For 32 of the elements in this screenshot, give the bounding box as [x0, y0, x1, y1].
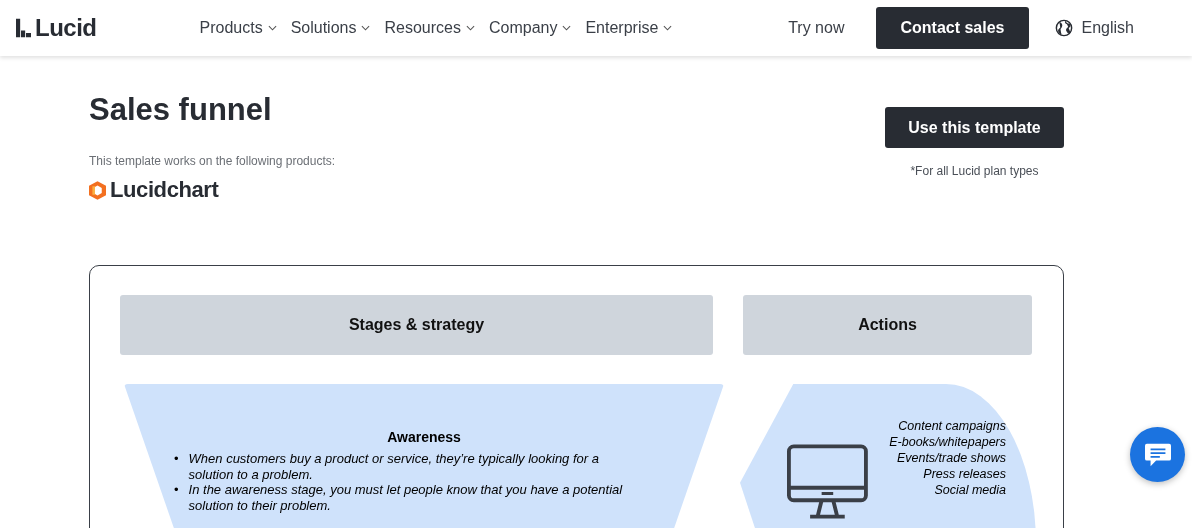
contact-sales-button[interactable]: Contact sales: [876, 7, 1029, 49]
nav-menu-item[interactable]: Company: [488, 19, 572, 37]
products-note: This template works on the following products:: [89, 154, 336, 168]
action-item: E-books/whitepapers: [888, 434, 1006, 450]
column-header: Actions: [743, 295, 1032, 355]
action-item: Events/trade shows: [895, 450, 1006, 466]
bullet-text: When customers buy a product or service, they’re typically looking for a solution to a problem.: [188, 451, 600, 482]
action-item: Content campaigns: [897, 418, 1006, 434]
plan-note: *For all Lucid plan types: [910, 164, 1039, 178]
logo-icon: [16, 18, 31, 38]
stage-title: Awareness: [386, 429, 462, 445]
language-selector[interactable]: English: [1054, 19, 1134, 37]
lucid-logo[interactable]: Lucid: [16, 14, 97, 42]
nav-menu-item[interactable]: Solutions: [290, 19, 371, 37]
action-item: Press releases: [922, 466, 1006, 482]
page-title: Sales funnel: [89, 92, 273, 128]
bullet-text: In the awareness stage, you must let people know that you have a potential solution to their problem.: [188, 482, 624, 513]
column-header: Stages & strategy: [120, 295, 713, 355]
bullet-marker: •: [174, 482, 179, 499]
nav-menu-item[interactable]: Enterprise: [585, 19, 673, 37]
chat-button[interactable]: [1130, 427, 1185, 482]
chat-icon: [1143, 441, 1172, 468]
monitor-icon: [787, 444, 868, 520]
nav-menu-item[interactable]: Products: [199, 19, 277, 37]
try-now-link[interactable]: Try now: [788, 19, 845, 37]
globe-icon: [1054, 19, 1073, 37]
lucidchart-logo-icon: [89, 180, 106, 200]
action-item: Social media: [933, 482, 1006, 498]
nav-menu-item[interactable]: Resources: [384, 19, 475, 37]
use-template-button[interactable]: Use this template: [885, 107, 1064, 148]
product-name: Lucidchart: [110, 177, 219, 203]
bullet-marker: •: [174, 451, 179, 468]
